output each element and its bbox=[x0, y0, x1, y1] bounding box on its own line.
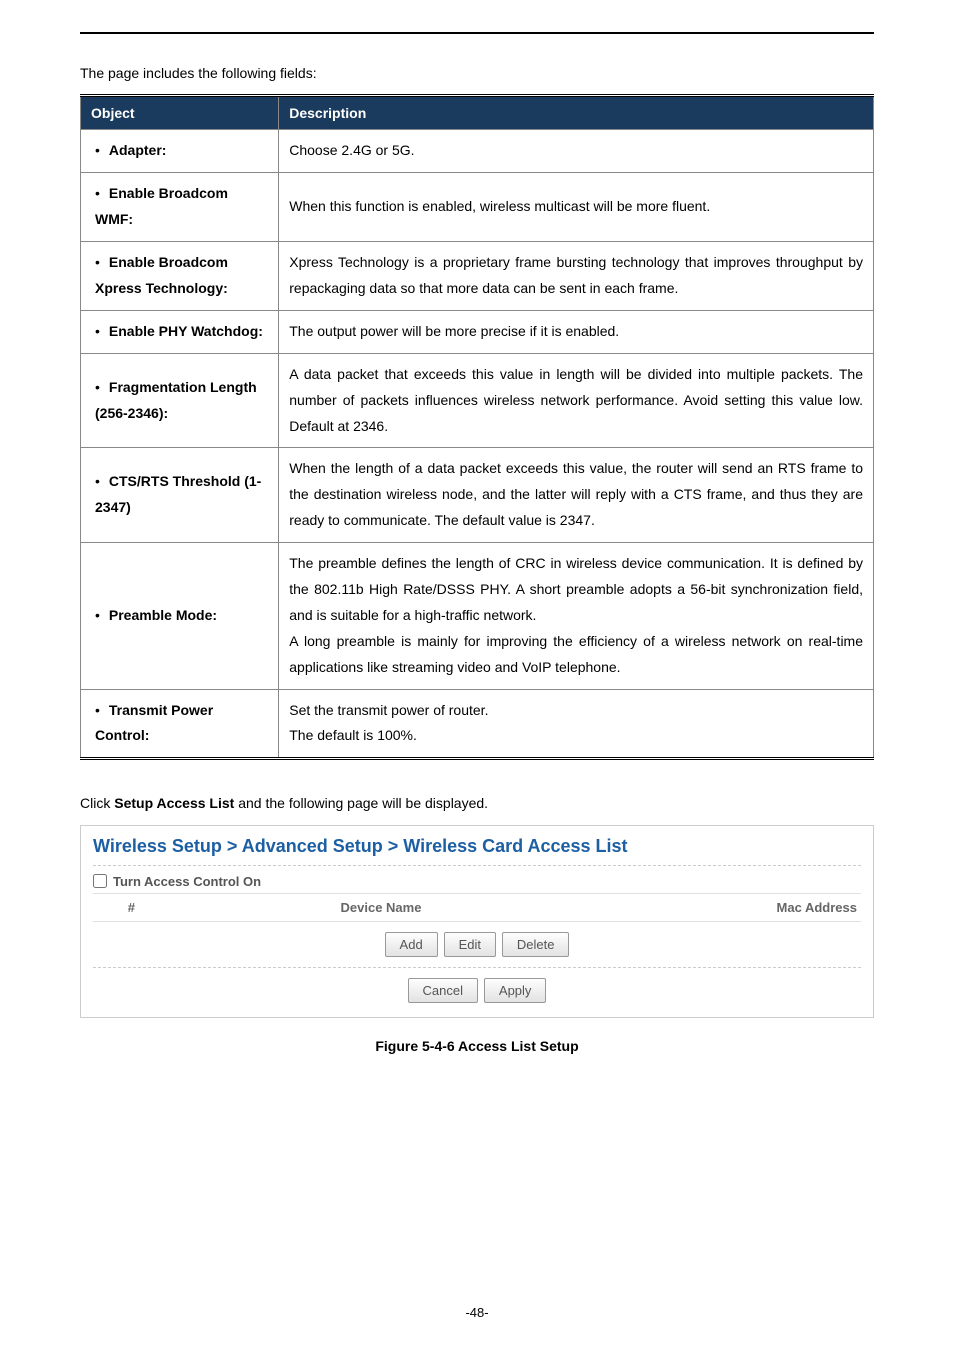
figure-caption: Figure 5-4-6 Access List Setup bbox=[80, 1038, 874, 1054]
object-cell: • Enable PHY Watchdog: bbox=[81, 310, 279, 353]
col-num: # bbox=[93, 900, 170, 915]
header-rule bbox=[80, 32, 874, 34]
intro-paragraph: The page includes the following fields: bbox=[80, 62, 874, 84]
object-cell: • Enable Broadcom WMF: bbox=[81, 173, 279, 242]
description-cell: Choose 2.4G or 5G. bbox=[279, 130, 874, 173]
turn-acl-on-checkbox[interactable] bbox=[93, 874, 107, 888]
click-bold: Setup Access List bbox=[114, 795, 234, 811]
col-device: Device Name bbox=[170, 900, 592, 915]
access-list-panel: Wireless Setup > Advanced Setup > Wirele… bbox=[80, 825, 874, 1018]
access-control-row: Turn Access Control On bbox=[93, 870, 861, 893]
acl-table-header: # Device Name Mac Address bbox=[93, 893, 861, 922]
click-pre: Click bbox=[80, 795, 114, 811]
th-object: Object bbox=[81, 96, 279, 130]
page-number: -48- bbox=[0, 1305, 954, 1320]
object-cell: • Enable Broadcom Xpress Technology: bbox=[81, 242, 279, 311]
col-mac: Mac Address bbox=[592, 900, 861, 915]
description-cell: The output power will be more precise if… bbox=[279, 310, 874, 353]
description-cell: The preamble defines the length of CRC i… bbox=[279, 543, 874, 689]
description-cell: When the length of a data packet exceeds… bbox=[279, 448, 874, 543]
object-cell: • CTS/RTS Threshold (1-2347) bbox=[81, 448, 279, 543]
fields-table: Object Description • Adapter:Choose 2.4G… bbox=[80, 94, 874, 760]
object-cell: • Preamble Mode: bbox=[81, 543, 279, 689]
description-cell: A data packet that exceeds this value in… bbox=[279, 353, 874, 448]
acl-confirm-row: Cancel Apply bbox=[93, 968, 861, 1005]
acl-button-row: Add Edit Delete bbox=[93, 922, 861, 968]
click-instruction: Click Setup Access List and the followin… bbox=[80, 792, 874, 814]
description-cell: Set the transmit power of router.The def… bbox=[279, 689, 874, 759]
turn-acl-on-label: Turn Access Control On bbox=[113, 874, 261, 889]
apply-button[interactable]: Apply bbox=[484, 978, 547, 1003]
object-cell: • Adapter: bbox=[81, 130, 279, 173]
description-cell: Xpress Technology is a proprietary frame… bbox=[279, 242, 874, 311]
th-description: Description bbox=[279, 96, 874, 130]
click-post: and the following page will be displayed… bbox=[234, 795, 488, 811]
description-cell: When this function is enabled, wireless … bbox=[279, 173, 874, 242]
object-cell: • Transmit Power Control: bbox=[81, 689, 279, 759]
panel-title: Wireless Setup > Advanced Setup > Wirele… bbox=[93, 836, 861, 866]
cancel-button[interactable]: Cancel bbox=[408, 978, 478, 1003]
add-button[interactable]: Add bbox=[385, 932, 438, 957]
edit-button[interactable]: Edit bbox=[444, 932, 496, 957]
object-cell: • Fragmentation Length (256-2346): bbox=[81, 353, 279, 448]
delete-button[interactable]: Delete bbox=[502, 932, 570, 957]
